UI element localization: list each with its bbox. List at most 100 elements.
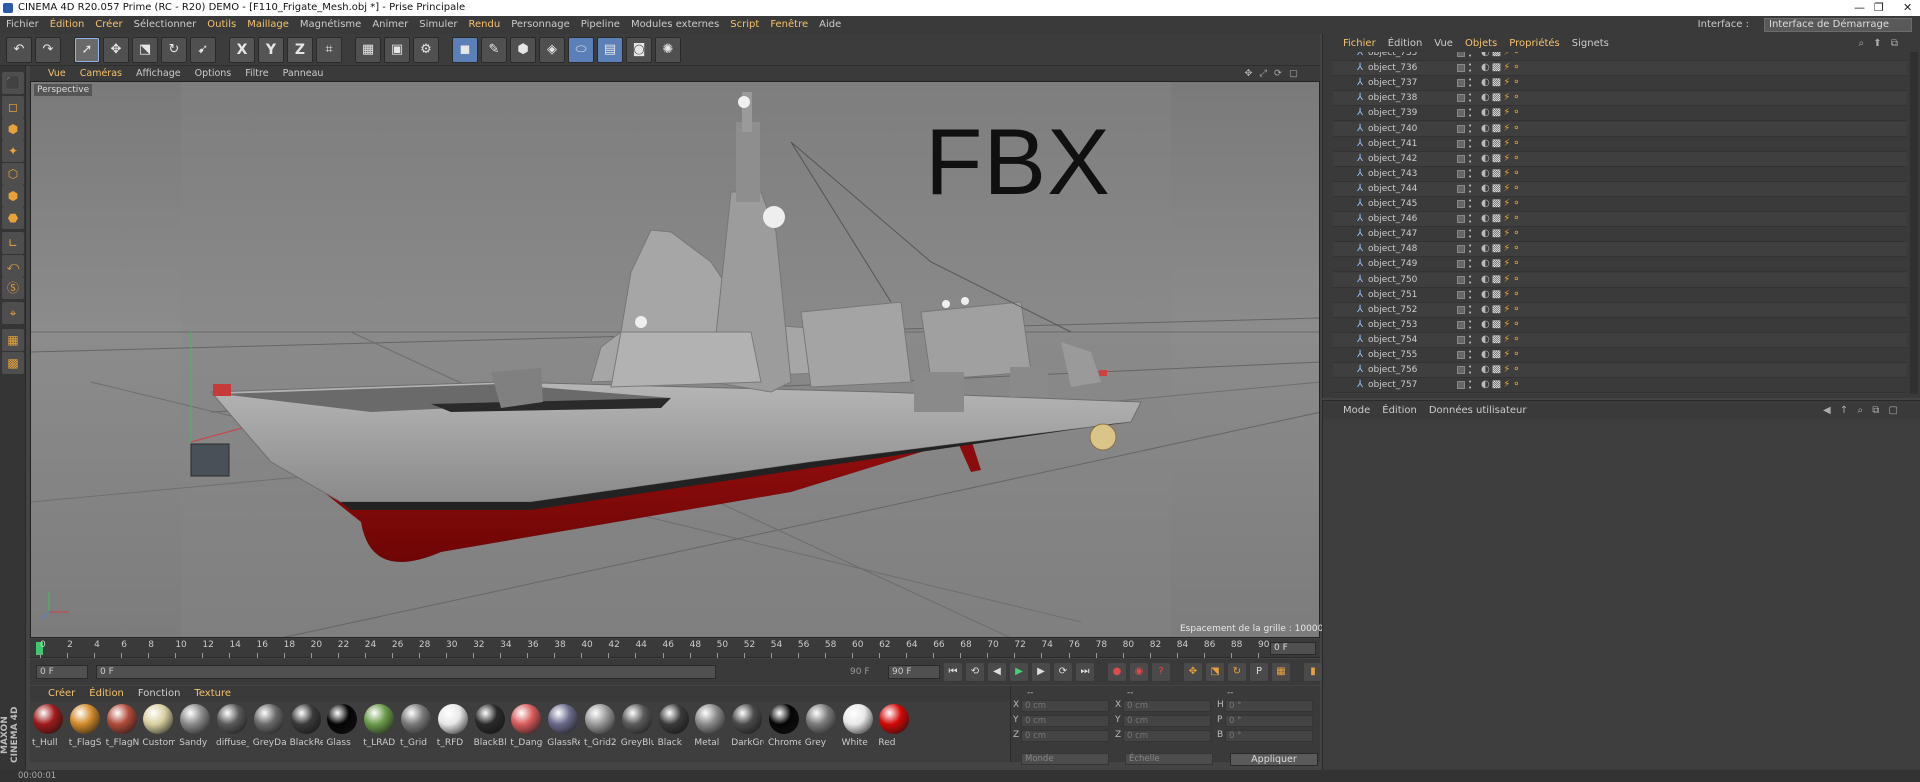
viewport-menu-vue[interactable]: Vue xyxy=(48,68,66,79)
selection-tag-icon[interactable]: ⚡⚬ xyxy=(1503,289,1522,300)
layer-toggle[interactable] xyxy=(1457,230,1465,239)
soft-selection-icon[interactable]: ⌖ xyxy=(2,302,24,324)
attribute-nav-icons[interactable]: ◀ ↑ ⌕ ⧉ ▢ xyxy=(1823,403,1901,419)
material-tag-icon[interactable]: ◐ xyxy=(1481,334,1492,345)
object-name[interactable]: object_748 xyxy=(1368,243,1417,256)
material-swatch[interactable]: Glass xyxy=(326,704,359,748)
selection-tag-icon[interactable]: ⚡⚬ xyxy=(1503,243,1522,254)
texture-tag-icon[interactable]: ▩ xyxy=(1492,289,1503,300)
object-row[interactable]: ⅄ object_748 • • ◐▩⚡⚬ xyxy=(1333,242,1907,258)
material-tag-icon[interactable]: ◐ xyxy=(1481,228,1492,239)
object-row[interactable]: ⅄ object_739 • • ◐▩⚡⚬ xyxy=(1333,106,1907,122)
object-row[interactable]: ⅄ object_736 • • ◐▩⚡⚬ xyxy=(1333,61,1907,77)
menu-personnage[interactable]: Personnage xyxy=(511,19,570,30)
solo-icon[interactable]: ▦ xyxy=(2,329,24,351)
texture-tag-icon[interactable]: ▩ xyxy=(1492,183,1503,194)
visibility-dots[interactable]: •• xyxy=(1468,92,1472,105)
viewport-view-name[interactable]: Perspective xyxy=(34,84,93,96)
object-row[interactable]: ⅄ object_746 • • ◐▩⚡⚬ xyxy=(1333,212,1907,228)
texture-tag-icon[interactable]: ▩ xyxy=(1492,228,1503,239)
render-settings-icon[interactable]: ⚙ xyxy=(413,37,439,63)
coord-value-field[interactable]: 0 ° xyxy=(1225,730,1313,742)
go-to-end-icon[interactable]: ⏭ xyxy=(1076,663,1094,681)
layer-toggle[interactable] xyxy=(1457,169,1465,178)
object-row[interactable]: ⅄ object_738 • • ◐▩⚡⚬ xyxy=(1333,91,1907,107)
environment-icon[interactable]: ⬭ xyxy=(568,37,594,63)
coord-value-field[interactable]: 0 cm xyxy=(1021,730,1109,742)
object-row[interactable]: ⅄ object_754 • • ◐▩⚡⚬ xyxy=(1333,332,1907,348)
material-tag-icon[interactable]: ◐ xyxy=(1481,304,1492,315)
material-tag-icon[interactable]: ◐ xyxy=(1481,153,1492,164)
texture-tag-icon[interactable]: ▩ xyxy=(1492,107,1503,118)
selection-tag-icon[interactable]: ⚡⚬ xyxy=(1503,123,1522,134)
object-name[interactable]: object_739 xyxy=(1368,107,1417,120)
selection-tag-icon[interactable]: ⚡⚬ xyxy=(1503,228,1522,239)
visibility-dots[interactable]: •• xyxy=(1468,349,1472,362)
material-tag-icon[interactable]: ◐ xyxy=(1481,364,1492,375)
layer-toggle[interactable] xyxy=(1457,245,1465,254)
timeline-end-field[interactable]: 0 F xyxy=(1270,642,1316,655)
menu-script[interactable]: Script xyxy=(730,19,759,30)
material-tag-icon[interactable]: ◐ xyxy=(1481,243,1492,254)
layer-toggle[interactable] xyxy=(1457,79,1465,88)
scale-key-icon[interactable]: ⬔ xyxy=(1206,663,1224,681)
tweak-mode-icon[interactable]: ⤺ xyxy=(2,255,24,277)
object-name[interactable]: object_753 xyxy=(1368,319,1417,332)
camera-icon[interactable]: ◙ xyxy=(626,37,652,63)
selection-tag-icon[interactable]: ⚡⚬ xyxy=(1503,379,1522,390)
material-tag-icon[interactable]: ◐ xyxy=(1481,349,1492,360)
visibility-dots[interactable]: •• xyxy=(1468,364,1472,377)
texture-tag-icon[interactable]: ▩ xyxy=(1492,153,1503,164)
coord-value-field[interactable]: 0 cm xyxy=(1021,700,1109,712)
selection-tag-icon[interactable]: ⚡⚬ xyxy=(1503,183,1522,194)
object-name[interactable]: object_744 xyxy=(1368,183,1417,196)
object-row[interactable]: ⅄ object_749 • • ◐▩⚡⚬ xyxy=(1333,257,1907,273)
object-list[interactable]: ⅄object_735••◐▩⚡⚬⅄object_736••◐▩⚡⚬⅄objec… xyxy=(1333,52,1907,394)
object-row[interactable]: ⅄ object_737 • • ◐▩⚡⚬ xyxy=(1333,76,1907,92)
prev-frame-icon[interactable]: ◀ xyxy=(988,663,1006,681)
go-to-start-icon[interactable]: ⏮ xyxy=(944,663,962,681)
snap-icon[interactable]: Ⓢ xyxy=(2,277,24,299)
coord-value-field[interactable]: 0 cm xyxy=(1123,700,1211,712)
timeline-icon[interactable]: ▮ xyxy=(1304,663,1322,681)
material-swatch[interactable]: Metal xyxy=(694,704,727,748)
selection-tag-icon[interactable]: ⚡⚬ xyxy=(1503,153,1522,164)
selection-tag-icon[interactable]: ⚡⚬ xyxy=(1503,274,1522,285)
object-row[interactable]: ⅄ object_740 • • ◐▩⚡⚬ xyxy=(1333,121,1907,137)
menu-fichier[interactable]: Fichier xyxy=(6,19,39,30)
coord-value-field[interactable]: 0 ° xyxy=(1225,700,1313,712)
menu-animer[interactable]: Animer xyxy=(372,19,408,30)
undo-icon[interactable]: ↶ xyxy=(6,37,32,63)
timeline[interactable]: 0 2 4 6 8 10 12 14 16 18 20 22 24 26 28 30 32 34 36 38 40 42 4… xyxy=(30,639,1320,658)
selection-tag-icon[interactable]: ⚡⚬ xyxy=(1503,62,1522,73)
viewport-menu-filtre[interactable]: Filtre xyxy=(245,68,268,79)
visibility-dots[interactable]: •• xyxy=(1468,52,1472,60)
points-mode-icon[interactable]: ⬡ xyxy=(2,163,24,185)
texture-tag-icon[interactable]: ▩ xyxy=(1492,92,1503,103)
object-row[interactable]: ⅄ object_751 • • ◐▩⚡⚬ xyxy=(1333,288,1907,303)
x-axis-icon[interactable]: X xyxy=(229,37,255,63)
material-swatch[interactable]: BlackBlu xyxy=(474,704,507,748)
object-name[interactable]: object_750 xyxy=(1368,274,1417,287)
material-tag-icon[interactable]: ◐ xyxy=(1481,274,1492,285)
next-frame-icon[interactable]: ▶ xyxy=(1032,663,1050,681)
material-swatch[interactable]: diffuse_ xyxy=(216,704,249,748)
texture-tag-icon[interactable]: ▩ xyxy=(1492,334,1503,345)
key-help-icon[interactable]: ? xyxy=(1152,663,1170,681)
texture-tag-icon[interactable]: ▩ xyxy=(1492,168,1503,179)
layer-toggle[interactable] xyxy=(1457,305,1465,314)
visibility-dots[interactable]: •• xyxy=(1468,107,1472,120)
pla-key-icon[interactable]: ▦ xyxy=(1272,663,1290,681)
object-row[interactable]: ⅄ object_750 • • ◐▩⚡⚬ xyxy=(1333,272,1907,288)
menu-pipeline[interactable]: Pipeline xyxy=(581,19,620,30)
scale-icon[interactable]: ⬔ xyxy=(132,37,158,63)
object-row[interactable]: ⅄ object_756 • • ◐▩⚡⚬ xyxy=(1333,363,1907,379)
object-row[interactable]: ⅄ object_742 • • ◐▩⚡⚬ xyxy=(1333,151,1907,167)
next-key-icon[interactable]: ⟳ xyxy=(1054,663,1072,681)
visibility-dots[interactable]: •• xyxy=(1468,182,1472,195)
selection-tag-icon[interactable]: ⚡⚬ xyxy=(1503,349,1522,360)
selection-tag-icon[interactable]: ⚡⚬ xyxy=(1503,52,1522,58)
attribute-menu-mode[interactable]: Mode xyxy=(1343,405,1370,416)
object-menu-fichier[interactable]: Fichier xyxy=(1343,38,1376,49)
viewport-solo-icon[interactable]: ▩ xyxy=(2,352,24,374)
